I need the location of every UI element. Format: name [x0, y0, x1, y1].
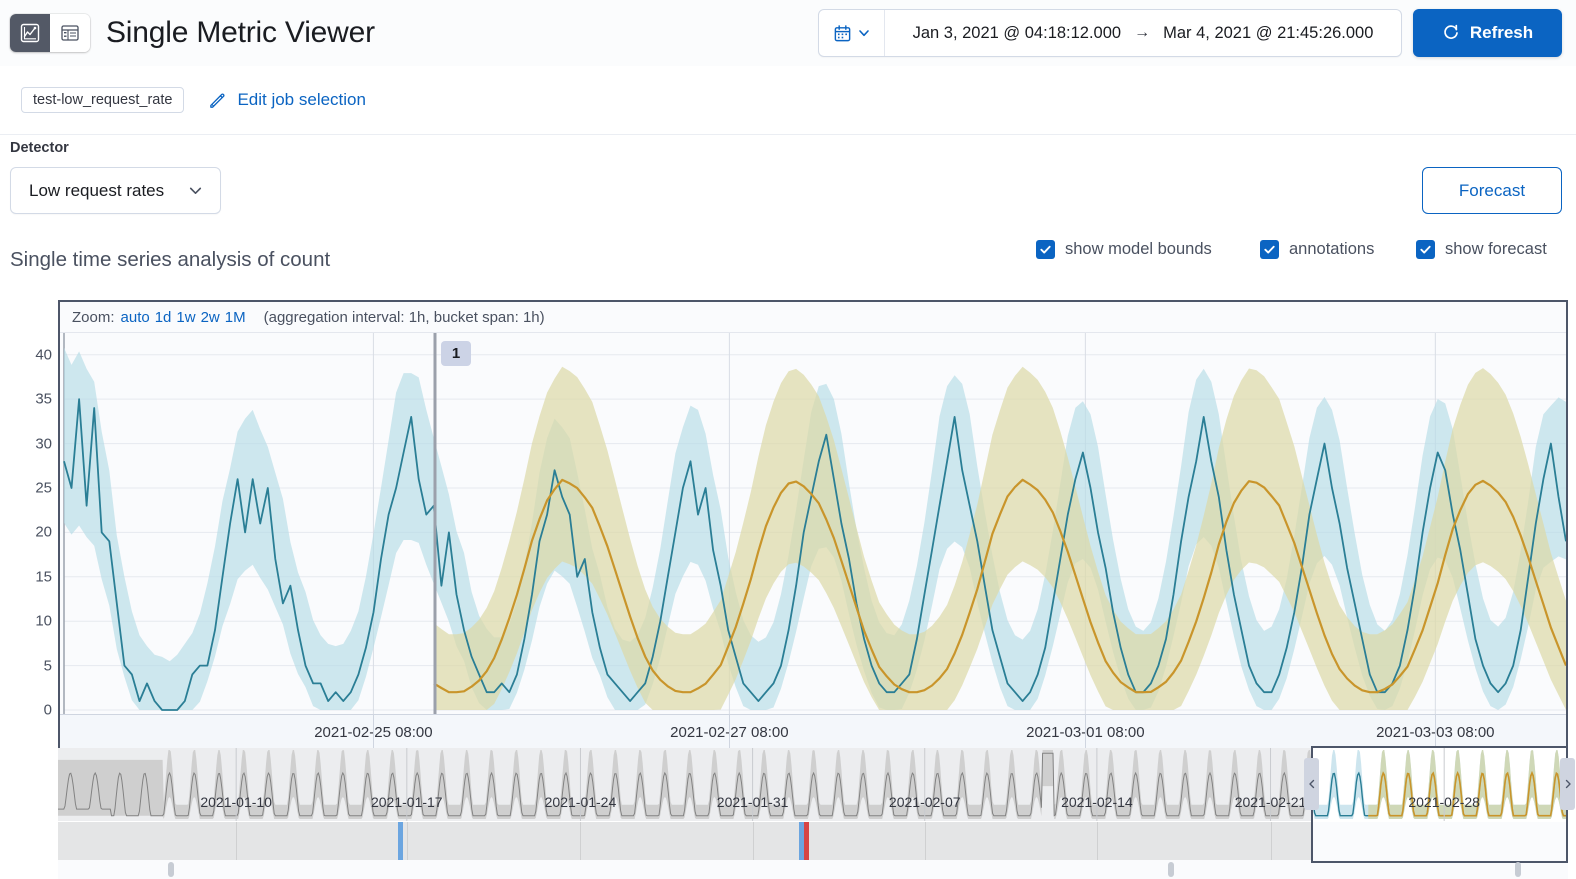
- y-axis-tick-5: 5: [43, 657, 52, 675]
- checkbox-checked-icon: [1416, 240, 1435, 259]
- page-title: Single Metric Viewer: [106, 16, 375, 49]
- date-range-start[interactable]: Jan 3, 2021 @ 04:18:12.000: [913, 24, 1122, 43]
- chart-svg[interactable]: [60, 333, 1566, 750]
- navigator-event-marker[interactable]: [803, 822, 809, 860]
- scrollbar-divider: [924, 822, 926, 860]
- zoom-level-auto[interactable]: auto: [121, 309, 150, 326]
- refresh-icon: [1444, 24, 1458, 39]
- zoom-level-links[interactable]: auto 1d 1w 2w 1M: [121, 309, 251, 326]
- zoom-level-1w[interactable]: 1w: [176, 309, 195, 326]
- date-quick-select-button[interactable]: [819, 10, 885, 56]
- main-chart-container: Zoom: auto 1d 1w 2w 1M (aggregation interval…: [35, 300, 1568, 750]
- show-model-bounds-checkbox[interactable]: show model bounds: [1036, 240, 1212, 259]
- scrollbar-divider: [236, 822, 238, 860]
- table-icon: [61, 25, 79, 41]
- job-badge[interactable]: test-low_request_rate: [21, 87, 185, 113]
- y-axis-tick-20: 20: [35, 523, 52, 541]
- x-axis-strip: 2021-02-25 08:00 2021-02-27 08:00 2021-03-…: [60, 714, 1566, 750]
- navigator-right-handle[interactable]: [1560, 758, 1575, 810]
- scrollbar-divider: [1096, 822, 1098, 860]
- y-axis-tick-0: 0: [43, 701, 52, 719]
- navigator-date-label: 2021-01-10: [200, 794, 272, 810]
- single-metric-viewer-page: Single Metric Viewer Jan 3, 2021 @ 04:18…: [0, 0, 1576, 879]
- line-chart-icon: [20, 23, 40, 43]
- chevron-down-icon: [189, 187, 202, 194]
- navigator-event-marker[interactable]: [397, 822, 403, 860]
- y-axis-tick-15: 15: [35, 568, 52, 586]
- scrollbar-divider: [580, 822, 582, 860]
- pencil-icon: [210, 93, 225, 108]
- annotations-label: annotations: [1289, 240, 1375, 258]
- y-axis-tick-40: 40: [35, 346, 52, 364]
- x-axis: 2021-02-25 08:00 2021-02-27 08:00 2021-03-…: [60, 714, 1566, 750]
- y-axis-tick-10: 10: [35, 612, 52, 630]
- job-selection-row: test-low_request_rate Edit job selection: [0, 66, 1576, 135]
- edit-job-selection-label: Edit job selection: [237, 90, 366, 109]
- forecast-button[interactable]: Forecast: [1422, 167, 1562, 214]
- navigator-date-label: 2021-01-31: [716, 794, 789, 810]
- chart-title: Single time series analysis of count: [10, 248, 331, 271]
- checkbox-checked-icon: [1260, 240, 1279, 259]
- chart-plot-area[interactable]: 0 5 10 15 20 25 30 35 40 2021-02-25 08:00 2021-02…: [35, 333, 1566, 750]
- chart-view-toggle[interactable]: [10, 14, 50, 52]
- annotation-marker[interactable]: 1: [440, 341, 471, 366]
- y-axis-tick-35: 35: [35, 390, 52, 408]
- navigator-date-label: 2021-01-24: [544, 794, 617, 810]
- scrollbar-divider: [752, 822, 754, 860]
- navigator-left-handle[interactable]: [1304, 758, 1320, 810]
- date-range-text[interactable]: Jan 3, 2021 @ 04:18:12.000 → Mar 4, 2021…: [885, 24, 1401, 43]
- y-axis-tick-25: 25: [35, 479, 52, 497]
- x-axis-tick-mark: [1085, 714, 1087, 750]
- chevron-down-icon: [858, 30, 869, 37]
- zoom-level-2w[interactable]: 2w: [201, 309, 220, 326]
- view-toggle-group[interactable]: [10, 14, 90, 52]
- show-forecast-checkbox[interactable]: show forecast: [1416, 240, 1547, 259]
- navigator-date-label: 2021-02-21: [1234, 794, 1307, 810]
- zoom-level-1d[interactable]: 1d: [155, 309, 172, 326]
- calendar-icon: [834, 24, 850, 41]
- date-range-separator-icon: →: [1134, 24, 1151, 41]
- zoom-meta-text: (aggregation interval: 1h, bucket span: …: [263, 308, 545, 326]
- refresh-label: Refresh: [1469, 23, 1534, 42]
- show-model-bounds-label: show model bounds: [1065, 240, 1212, 258]
- annotations-checkbox[interactable]: annotations: [1260, 240, 1374, 259]
- zoom-bar: Zoom: auto 1d 1w 2w 1M (aggregation interval…: [60, 302, 1566, 333]
- detector-selected-value: Low request rates: [29, 180, 165, 200]
- x-axis-tick-mark: [729, 714, 731, 750]
- navigator-date-label: 2021-02-14: [1061, 794, 1133, 810]
- edit-job-selection-link[interactable]: Edit job selection: [208, 90, 366, 110]
- navigator-bottom-grip[interactable]: [168, 862, 175, 877]
- date-range-picker[interactable]: Jan 3, 2021 @ 04:18:12.000 → Mar 4, 2021…: [818, 9, 1402, 57]
- zoom-prefix: Zoom:: [72, 308, 115, 326]
- table-view-toggle[interactable]: [50, 14, 90, 52]
- y-axis-tick-30: 30: [35, 435, 52, 453]
- scrollbar-divider: [1270, 822, 1272, 860]
- navigator-selection-window[interactable]: [1311, 746, 1568, 863]
- x-axis-tick-mark: [1435, 714, 1437, 750]
- chart-navigator[interactable]: 2021-01-10 2021-01-17 2021-01-24 2021-01-31…: [58, 746, 1575, 879]
- date-range-end[interactable]: Mar 4, 2021 @ 21:45:26.000: [1163, 24, 1373, 43]
- refresh-button[interactable]: Refresh: [1413, 9, 1562, 57]
- detector-label: Detector: [10, 140, 69, 156]
- navigator-bottom-grip[interactable]: [1515, 862, 1522, 877]
- checkbox-checked-icon: [1036, 240, 1055, 259]
- scrollbar-divider: [406, 822, 408, 860]
- navigator-date-label: 2021-01-17: [370, 794, 443, 810]
- navigator-bottom-grip[interactable]: [1167, 862, 1174, 877]
- zoom-level-1M[interactable]: 1M: [225, 309, 246, 326]
- x-axis-tick-mark: [373, 714, 375, 750]
- show-forecast-label: show forecast: [1445, 240, 1547, 258]
- navigator-date-label: 2021-02-07: [888, 794, 961, 810]
- detector-select[interactable]: Low request rates: [10, 167, 221, 214]
